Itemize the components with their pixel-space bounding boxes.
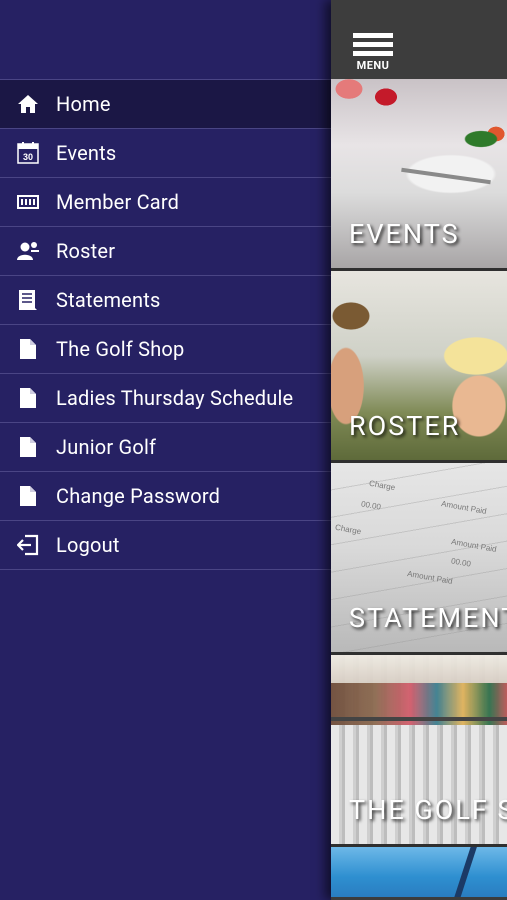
tile-roster[interactable]: ROSTER [331, 271, 507, 463]
menu-item-statements[interactable]: Statements [0, 276, 331, 325]
menu-item-events[interactable]: 30 Events [0, 129, 331, 178]
statement-note: Amount Paid [450, 537, 498, 554]
app-screen: Home 30 Events Member Card Roster Statem… [0, 0, 507, 900]
menu-item-roster[interactable]: Roster [0, 227, 331, 276]
menu-item-golf-shop[interactable]: The Golf Shop [0, 325, 331, 374]
tile-caption: ROSTER [349, 410, 461, 442]
hamburger-icon [353, 33, 393, 38]
menu-item-label: Statements [56, 288, 161, 312]
menu-item-change-password[interactable]: Change Password [0, 472, 331, 521]
statement-note: Charge [334, 522, 362, 537]
menu-item-label: Junior Golf [56, 435, 157, 459]
statement-note: Amount Paid [406, 569, 454, 586]
drawer-header [0, 0, 331, 80]
menu-item-label: Logout [56, 533, 120, 557]
top-bar: MENU [331, 0, 507, 79]
menu-item-label: Roster [56, 239, 116, 263]
statement-note: 00.00 [450, 556, 472, 569]
home-icon [0, 94, 56, 114]
menu-item-ladies-thursday-schedule[interactable]: Ladies Thursday Schedule [0, 374, 331, 423]
statement-note: Amount Paid [440, 499, 488, 516]
statements-icon [0, 289, 56, 311]
svg-text:30: 30 [23, 152, 33, 162]
calendar-icon: 30 [0, 142, 56, 164]
menu-item-label: Member Card [56, 190, 180, 214]
menu-item-member-card[interactable]: Member Card [0, 178, 331, 227]
menu-item-junior-golf[interactable]: Junior Golf [0, 423, 331, 472]
tile-caption: THE GOLF SHOP [349, 794, 507, 826]
statement-note: Charge [368, 478, 396, 493]
page-icon [0, 485, 56, 507]
page-icon [0, 338, 56, 360]
menu-item-label: Home [56, 92, 111, 116]
member-card-icon [0, 195, 56, 209]
tile-caption: STATEMENTS [349, 602, 507, 634]
tile-caption: EVENTS [349, 218, 460, 250]
tile-statements[interactable]: Charge Amount Paid 00.00 Charge Amount P… [331, 463, 507, 655]
menu-item-home[interactable]: Home [0, 80, 331, 129]
statement-note: 00.00 [360, 499, 382, 512]
menu-item-label: Ladies Thursday Schedule [56, 386, 294, 410]
next-tile-photo [331, 847, 507, 897]
menu-button[interactable]: MENU [353, 31, 393, 75]
logout-icon [0, 534, 56, 556]
menu-item-label: Change Password [56, 484, 221, 508]
menu-item-logout[interactable]: Logout [0, 521, 331, 570]
tile-golf-shop[interactable]: THE GOLF SHOP [331, 655, 507, 847]
navigation-drawer: Home 30 Events Member Card Roster Statem… [0, 0, 331, 900]
menu-button-label: MENU [356, 59, 390, 72]
main-content-panel: MENU EVENTS ROSTER Charge Amount Paid 00… [331, 0, 507, 900]
menu-item-label: Events [56, 141, 117, 165]
tile-events[interactable]: EVENTS [331, 79, 507, 271]
page-icon [0, 436, 56, 458]
roster-icon [0, 241, 56, 261]
page-icon [0, 387, 56, 409]
tile-next[interactable] [331, 847, 507, 897]
menu-item-label: The Golf Shop [56, 337, 185, 361]
